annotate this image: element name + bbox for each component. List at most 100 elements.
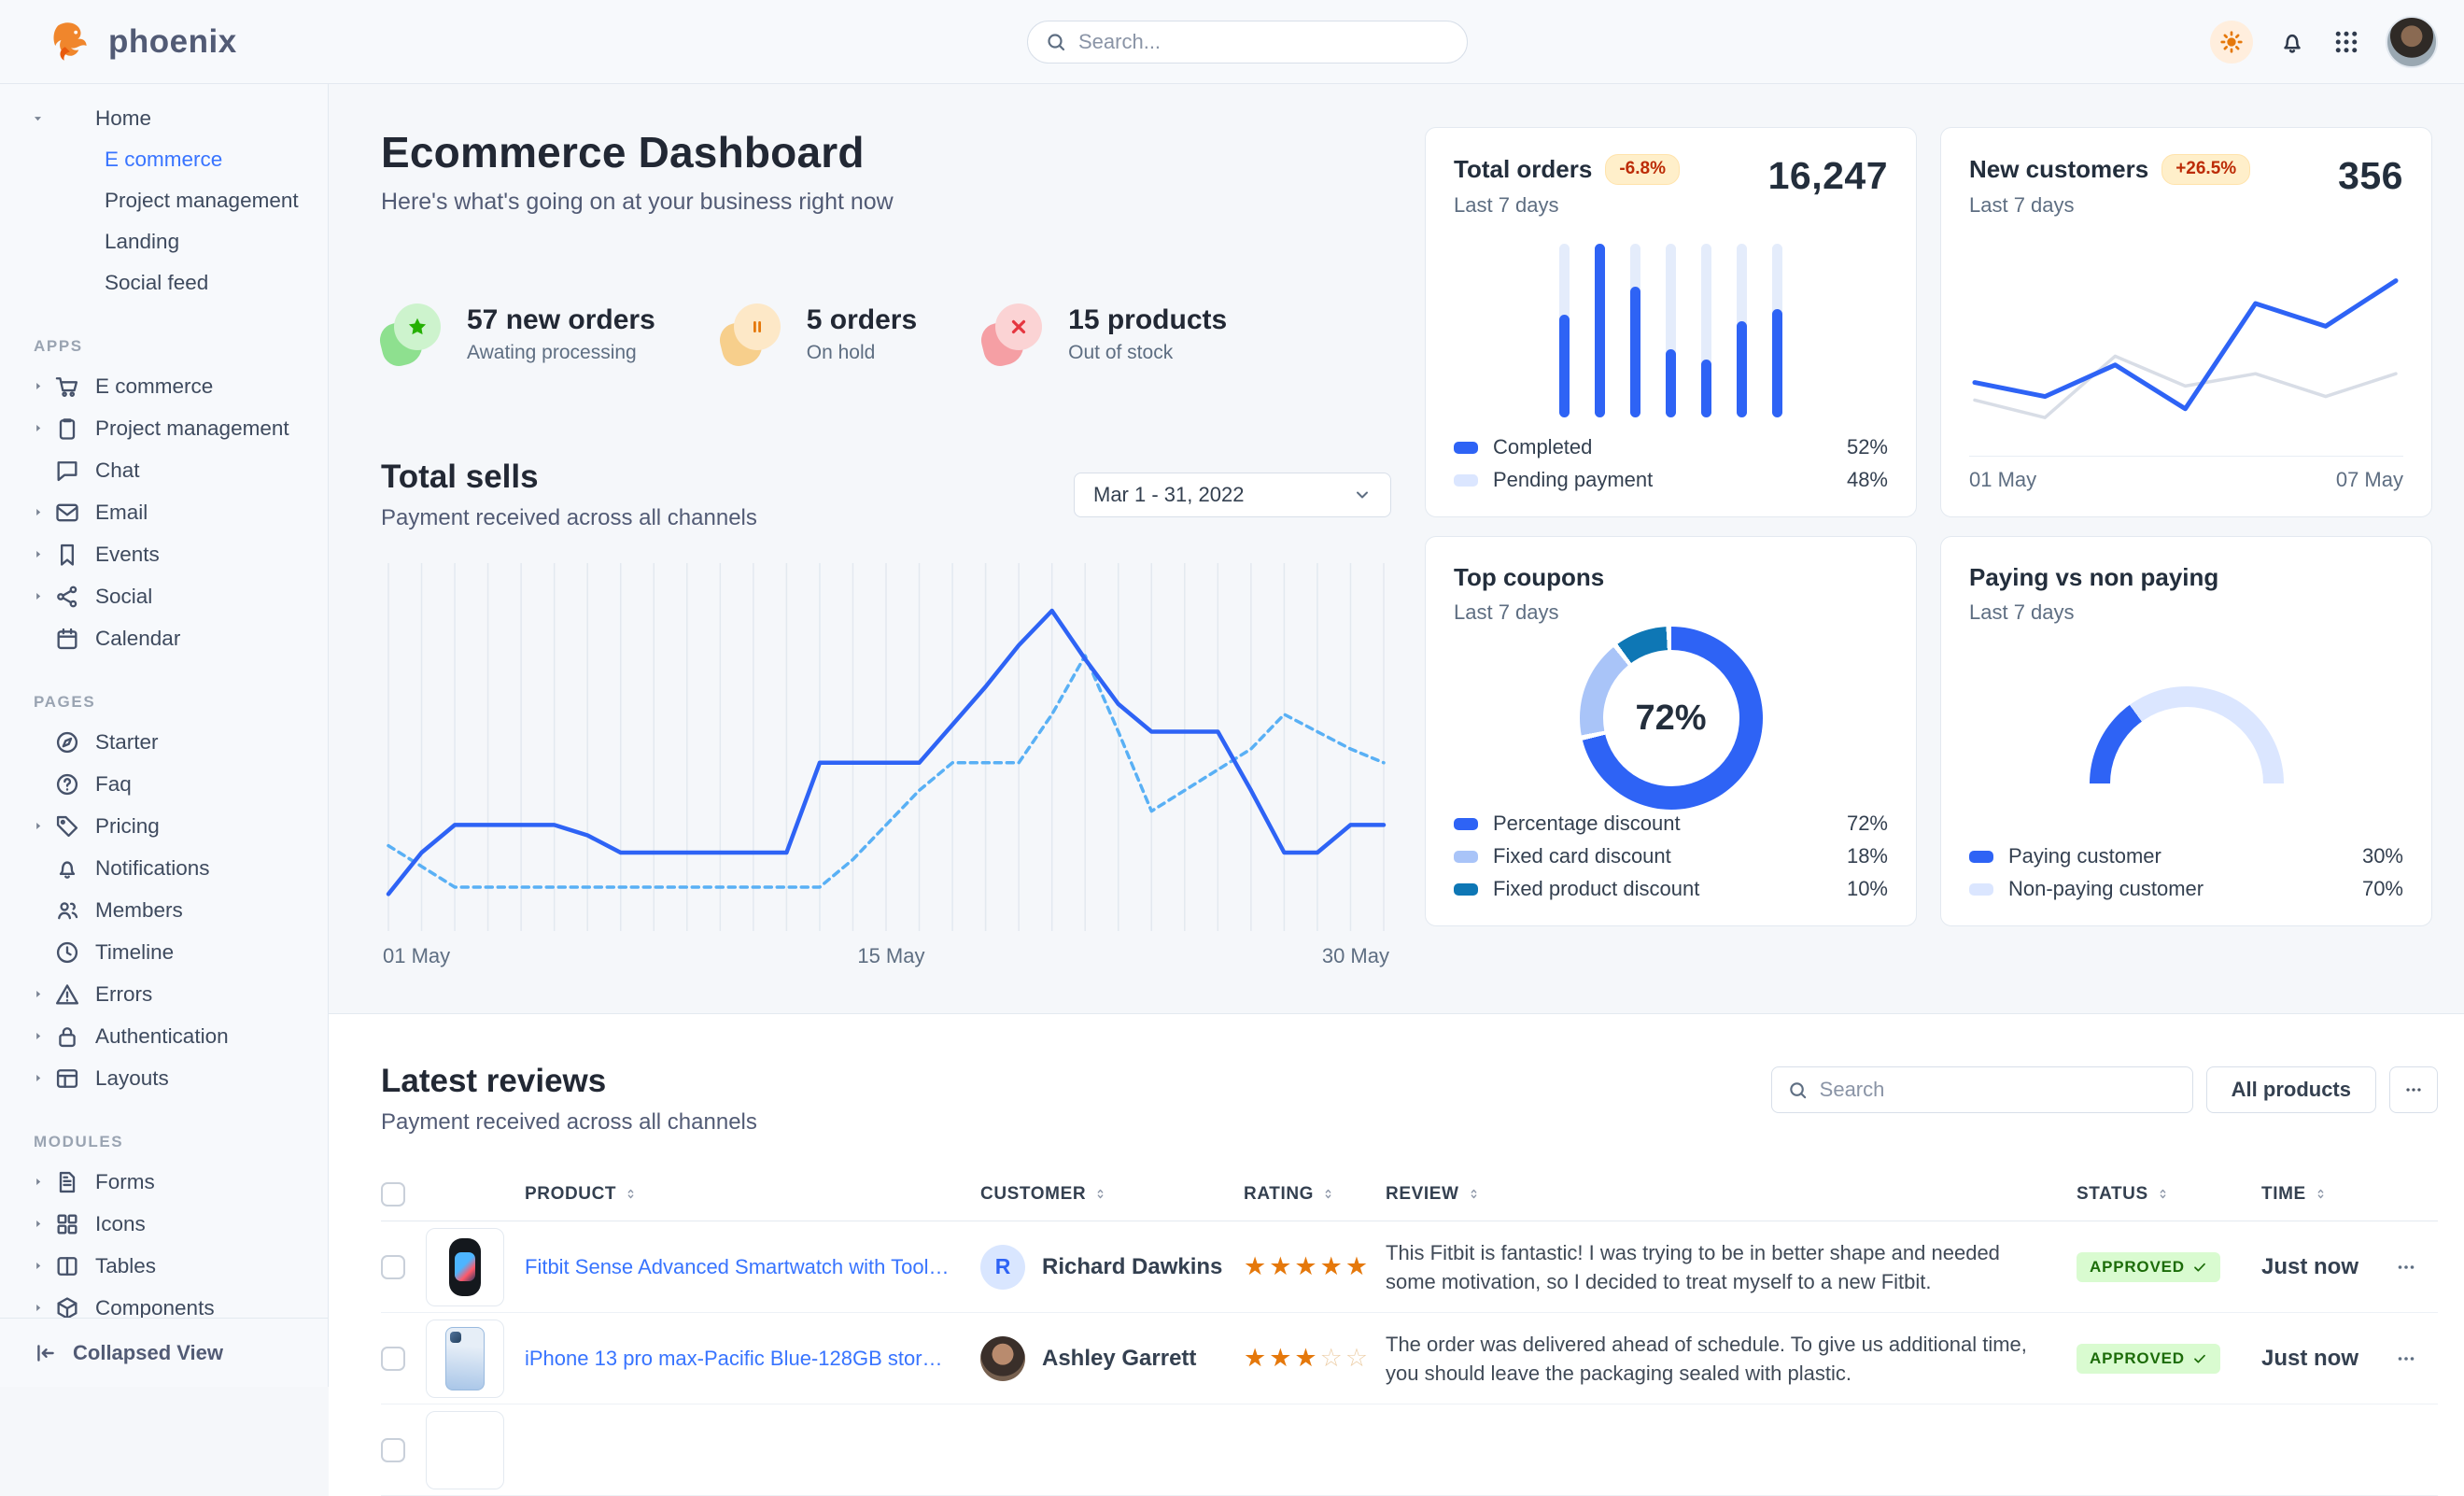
reviews-more-button[interactable] bbox=[2389, 1066, 2438, 1113]
sidebar-item-components[interactable]: Components bbox=[0, 1287, 328, 1318]
topbar-actions bbox=[2210, 16, 2438, 68]
sidebar-item-chat[interactable]: Chat bbox=[0, 449, 328, 491]
sidebar-item-timeline[interactable]: Timeline bbox=[0, 931, 328, 973]
sidebar-item-e-commerce[interactable]: E commerce bbox=[0, 365, 328, 407]
sidebar-item-events[interactable]: Events bbox=[0, 533, 328, 575]
x-tick-label: 01 May bbox=[383, 944, 450, 968]
page-title: Ecommerce Dashboard bbox=[381, 127, 1391, 177]
sidebar-subitem-social-feed[interactable]: Social feed bbox=[0, 262, 328, 303]
row-checkbox[interactable] bbox=[381, 1347, 405, 1371]
sidebar-item-home[interactable]: Home bbox=[0, 97, 328, 139]
legend-swatch bbox=[1454, 818, 1478, 830]
row-more-button[interactable] bbox=[2390, 1251, 2422, 1283]
sidebar-item-label: Home bbox=[95, 106, 151, 131]
column-header-product[interactable]: PRODUCT bbox=[525, 1184, 980, 1205]
search-input[interactable] bbox=[1078, 30, 1450, 54]
sidebar-item-authentication[interactable]: Authentication bbox=[0, 1015, 328, 1057]
global-search[interactable] bbox=[1027, 21, 1468, 64]
kpi-cards: Total orders -6.8% Last 7 days 16,247 Co… bbox=[1425, 127, 2432, 972]
sidebar-item-forms[interactable]: Forms bbox=[0, 1161, 328, 1203]
sidebar-item-pricing[interactable]: Pricing bbox=[0, 805, 328, 847]
sidebar-subitem-project-management[interactable]: Project management bbox=[0, 180, 328, 221]
star-icon bbox=[394, 303, 441, 350]
stats-row: 57 new orders Awating processing 5 order… bbox=[381, 303, 1391, 365]
pie-chart-icon bbox=[54, 106, 80, 132]
sidebar-item-label: Notifications bbox=[95, 856, 210, 881]
sidebar-section-label: PAGES bbox=[0, 659, 328, 721]
row-checkbox[interactable] bbox=[381, 1438, 405, 1462]
card-title: Total orders bbox=[1454, 155, 1592, 184]
sidebar-item-label: Pricing bbox=[95, 814, 160, 839]
row-more-button[interactable] bbox=[2390, 1343, 2422, 1375]
product-link[interactable]: Fitbit Sense Advanced Smartwatch with To… bbox=[525, 1255, 980, 1279]
legend-value: 10% bbox=[1847, 877, 1888, 901]
total-sells-chart: 01 May 15 May 30 May bbox=[381, 563, 1391, 972]
all-products-button[interactable]: All products bbox=[2206, 1066, 2376, 1113]
stat-icon bbox=[381, 303, 441, 365]
stat-subtitle: On hold bbox=[807, 342, 917, 364]
collapse-view-button[interactable]: Collapsed View bbox=[0, 1318, 328, 1387]
legend-label: Non-paying customer bbox=[2008, 877, 2362, 901]
sidebar-item-notifications[interactable]: Notifications bbox=[0, 847, 328, 889]
sidebar-item-faq[interactable]: Faq bbox=[0, 763, 328, 805]
rating-stars: ★★★☆☆ bbox=[1244, 1344, 1386, 1373]
sidebar-subitem-landing[interactable]: Landing bbox=[0, 221, 328, 262]
apps-menu-button[interactable] bbox=[2331, 27, 2361, 57]
sidebar-section-label: MODULES bbox=[0, 1099, 328, 1161]
new-customers-chart-svg bbox=[1969, 250, 2401, 443]
legend-value: 52% bbox=[1847, 435, 1888, 459]
sidebar-item-label: Errors bbox=[95, 982, 152, 1007]
reviews-search-input[interactable] bbox=[1820, 1078, 2177, 1102]
select-all-checkbox[interactable] bbox=[381, 1182, 405, 1207]
sidebar-item-tables[interactable]: Tables bbox=[0, 1245, 328, 1287]
grid-icon bbox=[54, 1211, 80, 1237]
sidebar-subitem-e-commerce[interactable]: E commerce bbox=[0, 139, 328, 180]
sidebar-item-starter[interactable]: Starter bbox=[0, 721, 328, 763]
reviews-search[interactable] bbox=[1771, 1066, 2193, 1113]
chevron-right-icon bbox=[32, 380, 54, 392]
theme-toggle-button[interactable] bbox=[2210, 21, 2253, 64]
notifications-button[interactable] bbox=[2277, 27, 2307, 57]
legend-label: Fixed product discount bbox=[1493, 877, 1847, 901]
pause-icon bbox=[734, 303, 781, 350]
x-icon bbox=[995, 303, 1042, 350]
brand-logo[interactable]: phoenix bbox=[49, 19, 237, 65]
total-sells-subtitle: Payment received across all channels bbox=[381, 505, 757, 531]
dashboard-hero: Ecommerce Dashboard Here's what's going … bbox=[329, 84, 2464, 972]
chevron-down-icon bbox=[32, 112, 54, 124]
new-customers-value: 356 bbox=[2338, 154, 2403, 198]
sidebar-item-layouts[interactable]: Layouts bbox=[0, 1057, 328, 1099]
legend-swatch bbox=[1454, 851, 1478, 863]
review-time: Just now bbox=[2261, 1346, 2390, 1372]
customer-name: Richard Dawkins bbox=[1042, 1254, 1222, 1280]
column-header-time[interactable]: TIME bbox=[2261, 1184, 2390, 1205]
status-badge: APPROVED bbox=[2077, 1344, 2220, 1374]
row-checkbox[interactable] bbox=[381, 1255, 405, 1279]
sidebar-item-calendar[interactable]: Calendar bbox=[0, 617, 328, 659]
paying-gauge-chart bbox=[2090, 686, 2284, 783]
column-header-status[interactable]: STATUS bbox=[2077, 1184, 2261, 1205]
phoenix-logo-icon bbox=[49, 19, 95, 65]
sun-icon bbox=[2218, 29, 2245, 55]
sidebar-nav: Home E commerceProject managementLanding… bbox=[0, 84, 328, 1318]
clock-icon bbox=[54, 939, 80, 966]
order-bar bbox=[1701, 244, 1711, 417]
column-header-rating[interactable]: RATING bbox=[1244, 1184, 1386, 1205]
column-header-customer[interactable]: CUSTOMER bbox=[980, 1184, 1244, 1205]
sidebar-item-email[interactable]: Email bbox=[0, 491, 328, 533]
legend-row: Paying customer 30% bbox=[1969, 844, 2403, 868]
date-range-select[interactable]: Mar 1 - 31, 2022 bbox=[1074, 473, 1391, 517]
sidebar-item-social[interactable]: Social bbox=[0, 575, 328, 617]
product-link[interactable]: iPhone 13 pro max-Pacific Blue-128GB sto… bbox=[525, 1347, 980, 1371]
cart-icon bbox=[54, 374, 80, 400]
collapse-left-icon bbox=[34, 1341, 58, 1365]
user-avatar[interactable] bbox=[2386, 16, 2438, 68]
sidebar-item-errors[interactable]: Errors bbox=[0, 973, 328, 1015]
chevron-right-icon bbox=[32, 1260, 54, 1272]
sidebar-item-project-management[interactable]: Project management bbox=[0, 407, 328, 449]
column-header-review[interactable]: REVIEW bbox=[1386, 1184, 2077, 1205]
legend-swatch bbox=[1969, 851, 1993, 863]
card-title: Paying vs non paying bbox=[1969, 563, 2403, 592]
sidebar-item-icons[interactable]: Icons bbox=[0, 1203, 328, 1245]
sidebar-item-members[interactable]: Members bbox=[0, 889, 328, 931]
